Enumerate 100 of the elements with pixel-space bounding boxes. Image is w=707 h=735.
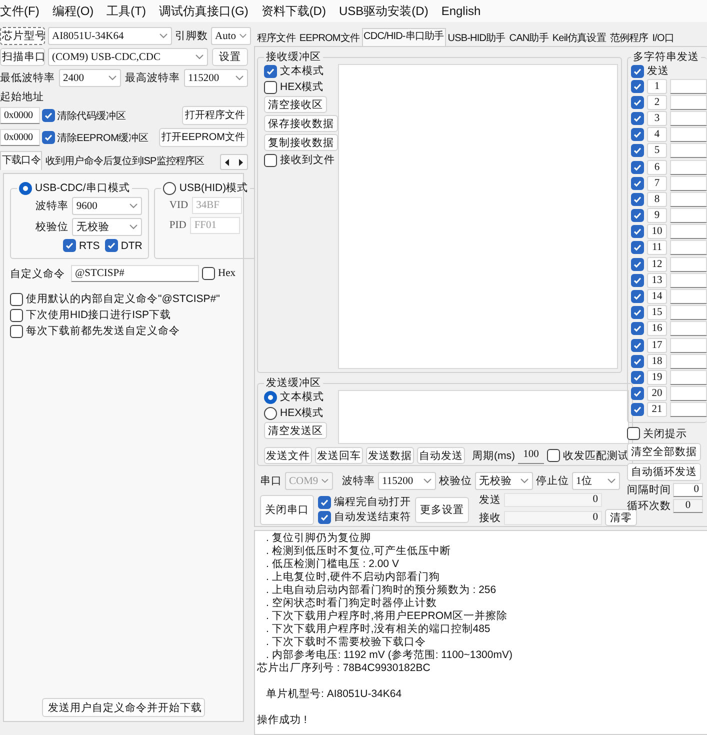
number-label: 1	[647, 78, 667, 94]
checkbox-label: 关闭提示	[643, 426, 687, 441]
number-label: 15	[647, 305, 667, 320]
group-title: 多字符串发送	[633, 50, 699, 64]
multi-button[interactable]: 清空全部数据	[627, 442, 701, 461]
log-line: . 上电自动启动内部看门狗时的预分频数为 : 256	[266, 584, 496, 597]
loop-count-field[interactable]: 0	[673, 498, 703, 513]
menu-item[interactable]: 工具(T)	[106, 2, 146, 20]
checkbox-label: 收发匹配测试	[563, 448, 629, 462]
group-title: 接收缓冲区	[266, 50, 321, 64]
log-line: 操作成功 !	[257, 714, 307, 727]
number-label: 21	[647, 402, 667, 418]
min-baud-dropdown[interactable]: 2400	[59, 69, 121, 87]
interval-field[interactable]: 0	[673, 482, 703, 497]
number-label: 5	[647, 143, 667, 158]
counter-field[interactable]: 0	[504, 493, 602, 507]
open-file-button[interactable]: 打开EEPROM文件	[158, 128, 248, 147]
log-line: . 空闲状态时看门狗定时器停止计数	[266, 597, 437, 610]
checkbox-label: 下次使用HID接口进行ISP下载	[26, 308, 172, 322]
log-line: . 复位引脚仍为复位脚	[266, 532, 371, 545]
tab[interactable]: USB-HID助手	[446, 30, 508, 46]
number-label: 14	[647, 289, 667, 304]
address-field[interactable]: 0x0000	[0, 129, 40, 146]
label: 周期(ms)	[472, 448, 515, 462]
clear-send-button[interactable]: 清空发送区	[264, 422, 327, 439]
checkbox-label: 使用默认的内部自定义命令"@STCISP#"	[26, 292, 220, 306]
checkbox-label: 接收到文件	[280, 153, 335, 167]
address-field[interactable]: 0x0000	[0, 107, 40, 124]
baud-dropdown[interactable]: 115200	[378, 472, 436, 490]
radio-label: USB(HID)模式	[179, 181, 248, 195]
label: VID	[169, 200, 188, 211]
tab[interactable]: 范例程序	[608, 30, 650, 46]
receive-button[interactable]: 保存接收数据	[264, 115, 338, 132]
checkbox-label: DTR	[120, 240, 142, 252]
group-title: 发送缓冲区	[266, 376, 321, 390]
pin-count-dropdown[interactable]: Auto	[211, 27, 251, 45]
number-label: 13	[647, 272, 667, 288]
checkbox-label: Hex	[218, 268, 236, 279]
tab[interactable]: 收到用户命令后复位到ISP监控程序区	[43, 152, 206, 170]
counter-field[interactable]: 0	[504, 510, 602, 524]
dropdown[interactable]: 无校验	[72, 218, 142, 236]
receive-button[interactable]: 复制接收数据	[264, 134, 338, 151]
label: PID	[169, 220, 186, 231]
max-baud-dropdown[interactable]: 115200	[184, 69, 248, 87]
menu-item[interactable]: 文件(F)	[0, 2, 40, 20]
checkbox-label: 每次下载前都先发送自定义命令	[26, 324, 180, 338]
log-line: . 检测到低压时不复位,可产生低压中断	[266, 545, 451, 558]
chip-dropdown[interactable]: AI8051U-34K64	[48, 27, 172, 45]
label: 停止位	[536, 474, 569, 488]
close-port-button[interactable]: 关闭串口	[260, 494, 314, 524]
more-settings-button[interactable]: 更多设置	[415, 496, 469, 522]
scan-port-button[interactable]: 扫描串口	[0, 48, 45, 66]
tab[interactable]: Keil仿真设置	[550, 30, 608, 46]
command-field[interactable]: @STCISP#	[71, 265, 199, 282]
log-line: . 上电复位时,硬件不启动内部看门狗	[266, 571, 440, 584]
stop-bits-dropdown[interactable]: 1位	[572, 472, 620, 490]
tab[interactable]: CDC/HID-串口助手	[362, 28, 446, 46]
chip-model-button[interactable]: 芯片型号	[0, 27, 45, 45]
label: 起始地址	[0, 91, 45, 103]
tab[interactable]: I/O口	[650, 30, 676, 46]
period-field[interactable]: 100	[518, 447, 544, 464]
settings-button[interactable]: 设置	[212, 48, 248, 66]
number-label: 8	[647, 192, 667, 207]
checkbox-label: 文本模式	[280, 64, 324, 78]
clear-counter-button[interactable]: 清零	[605, 509, 637, 526]
number-label: 18	[647, 354, 667, 369]
send-action-button[interactable]: 发送回车	[315, 447, 363, 464]
label: 引脚数	[175, 29, 208, 43]
port-dropdown[interactable]: (COM9) USB-CDC,CDC	[48, 48, 208, 66]
menu-item[interactable]: USB驱动安装(D)	[338, 2, 428, 20]
label: 发送	[479, 493, 501, 507]
number-label: 12	[647, 256, 667, 272]
log-line: . 内部参考电压: 1192 mV (参考范围: 1100~1300mV)	[266, 649, 512, 662]
label: 自定义命令	[10, 266, 65, 280]
radio-label: HEX模式	[280, 406, 324, 420]
tab[interactable]: EEPROM文件	[297, 30, 362, 46]
label: 校验位	[439, 474, 472, 488]
tab[interactable]: CAN助手	[507, 30, 550, 46]
menu-item[interactable]: 资料下载(D)	[261, 2, 326, 20]
menu-item[interactable]: 调试仿真接口(G)	[158, 2, 248, 20]
parity-dropdown[interactable]: 无校验	[475, 472, 533, 490]
multi-button[interactable]: 自动循环发送	[627, 462, 701, 481]
label: 接收	[479, 510, 501, 524]
send-action-button[interactable]: 发送文件	[264, 447, 312, 464]
tab[interactable]: 下载口令	[0, 151, 42, 170]
dropdown[interactable]: 9600	[72, 197, 142, 215]
number-label: 11	[647, 240, 667, 256]
send-action-button[interactable]: 自动发送	[417, 447, 465, 464]
number-label: 3	[647, 110, 667, 126]
start-download-button[interactable]: 发送用户自定义命令并开始下载	[42, 698, 205, 717]
receive-button[interactable]: 清空接收区	[264, 96, 327, 113]
number-label: 10	[647, 224, 667, 240]
log-line: . 下次下载用户程序时,将用户EEPROM区一并擦除	[266, 610, 508, 623]
tab[interactable]: 程序文件	[255, 30, 298, 46]
checkbox-label: 清除EEPROM缓冲区	[57, 132, 148, 144]
checkbox-label: 清除代码缓冲区	[57, 110, 126, 122]
menu-item[interactable]: English	[441, 4, 481, 18]
menu-item[interactable]: 编程(O)	[52, 2, 94, 20]
send-action-button[interactable]: 发送数据	[366, 447, 414, 464]
open-file-button[interactable]: 打开程序文件	[182, 106, 248, 125]
